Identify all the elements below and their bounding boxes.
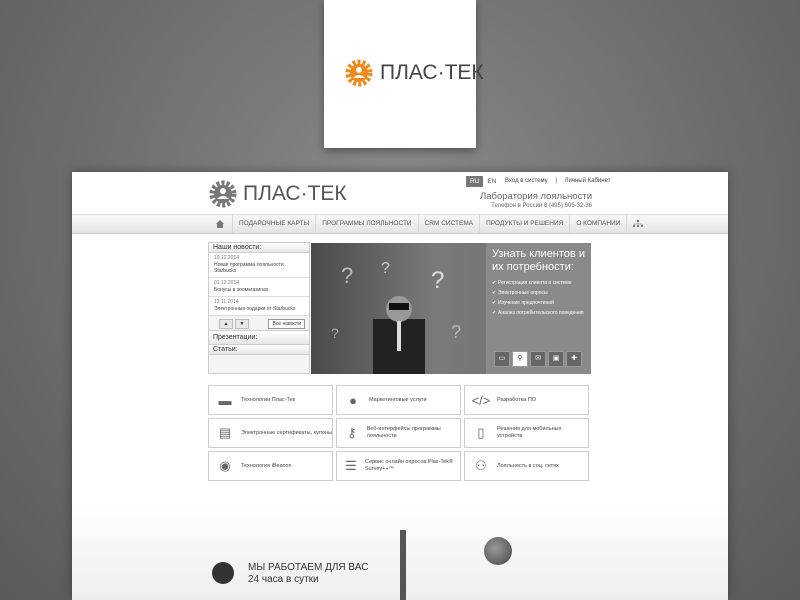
service-tile[interactable]: ● Маркетинговые услуги: [336, 385, 461, 415]
work-subtitle: 24 часа в сутки: [248, 574, 319, 585]
picture-icon[interactable]: ▣: [548, 351, 564, 367]
logo-card: ПЛАС·ТЕК: [324, 0, 484, 148]
mobile-icon: ▯: [477, 425, 485, 440]
businessman-binoculars-image: ? ? ? ? ?: [331, 260, 461, 374]
header-logo[interactable]: ПЛАС·ТЕК: [208, 179, 347, 209]
service-tile[interactable]: ▤ Электронные сертификаты, купоны: [208, 418, 333, 448]
service-tile[interactable]: ☰ Сервис онлайн опросов Plas-Tek® Survey+…: [336, 451, 461, 481]
banner-bullet: Электронные опросы: [492, 290, 585, 296]
service-label: Технология iBeacon: [241, 462, 292, 469]
nav-crm[interactable]: CRM СИСТЕМА: [417, 215, 480, 233]
card-icon[interactable]: ▭: [494, 351, 510, 367]
separator: |: [555, 178, 557, 184]
chat-icon[interactable]: ✉: [530, 351, 546, 367]
top-links: Вход в систему | Личный Кабинет: [502, 178, 613, 184]
services-grid: ▬ Технологии Плас-Тек ● Маркетинговые услу…: [208, 385, 590, 481]
sun-decoration: [484, 537, 512, 565]
search-icon[interactable]: ⚲: [512, 351, 528, 367]
svg-text:?: ?: [451, 322, 461, 342]
news-text: Новая программа лояльности Starbucks: [214, 262, 284, 274]
svg-text:?: ?: [431, 267, 444, 294]
gear-logo-icon: [345, 59, 373, 87]
service-tile[interactable]: </> Разработка ПО: [464, 385, 589, 415]
presentations-label[interactable]: Презентации:: [209, 330, 309, 345]
work-title: МЫ РАБОТАЕМ ДЛЯ ВАС: [248, 562, 369, 573]
service-tile[interactable]: ▬ Технологии Плас-Тек: [208, 385, 333, 415]
slogan: Лаборатория лояльности Телефон в России …: [480, 191, 592, 209]
spire-decoration: [400, 530, 406, 600]
prev-arrow-icon[interactable]: ▲: [219, 319, 233, 329]
lang-en[interactable]: EN: [483, 176, 500, 187]
service-label: Сервис онлайн опросов Plas-Tek® Survey++…: [365, 459, 453, 472]
news-date: 12.11.2014: [214, 299, 239, 305]
banner-title: Узнать клиентов и их потребности:: [492, 248, 585, 273]
login-link[interactable]: Вход в систему: [505, 178, 548, 184]
service-tile[interactable]: ⚇ Лояльность в соц. сетях: [464, 451, 589, 481]
svg-text:?: ?: [331, 325, 339, 341]
news-text: Электронные подарки от Starbucks: [214, 306, 296, 312]
certificate-icon: ▤: [218, 425, 232, 440]
service-label: Решения для мобильных устройств: [496, 426, 562, 439]
lang-ru[interactable]: RU: [466, 176, 484, 187]
banner-bullet: Изучение предпочтений: [492, 300, 585, 306]
news-date: 10.12.2014: [214, 255, 240, 261]
svg-text:?: ?: [341, 263, 353, 288]
service-tile[interactable]: ⚷ Веб-интерфейсы программы лояльности: [336, 418, 461, 448]
nav-gift-cards[interactable]: ПОДАРОЧНЫЕ КАРТЫ: [232, 215, 315, 233]
next-arrow-icon[interactable]: ▼: [235, 319, 249, 329]
news-panel: Наши новости: 10.12.2014 Новая программа…: [208, 242, 310, 374]
news-pager: ▲ ▼ Все новости: [209, 316, 309, 330]
all-news-button[interactable]: Все новости: [268, 319, 305, 329]
service-label: Лояльность в соц. сетях: [497, 462, 559, 469]
home-icon[interactable]: [212, 215, 232, 233]
survey-icon: ☰: [345, 458, 357, 473]
service-label: Разработка ПО: [497, 396, 537, 403]
phone-text: Телефон в России 8 (495) 605-32-36: [491, 203, 592, 209]
wallet-icon: ▬: [218, 392, 232, 408]
code-icon: </>: [471, 392, 491, 408]
service-tile[interactable]: ▯ Решения для мобильных устройств: [464, 418, 589, 448]
hero-banner[interactable]: ? ? ? ? ? Узнать клиентов и их потребнос…: [311, 243, 591, 374]
logo-text: ПЛАС·ТЕК: [380, 61, 484, 84]
clock-icon: [212, 562, 234, 584]
social-icon: ⚇: [475, 458, 487, 473]
language-switch: RU EN: [466, 176, 500, 187]
news-title[interactable]: Наши новости:: [209, 243, 309, 253]
sitemap-icon[interactable]: [626, 215, 649, 233]
banner-bullet: Анализ потребительского поведения: [492, 310, 585, 316]
news-item[interactable]: 01.12.2014 Бонусы в зоомагазинах: [209, 278, 309, 297]
key-icon: ⚷: [347, 425, 357, 440]
logo-text: ПЛАС·ТЕК: [243, 182, 347, 205]
bottom-section: МЫ РАБОТАЕМ ДЛЯ ВАС 24 часа в сутки: [72, 502, 728, 600]
nav-loyalty[interactable]: ПРОГРАММЫ ЛОЯЛЬНОСТИ: [315, 215, 417, 233]
service-label: Веб-интерфейсы программы лояльности: [366, 426, 441, 439]
beacon-icon: ◉: [219, 458, 231, 473]
news-text: Бонусы в зоомагазинах: [214, 287, 269, 293]
site-header: ПЛАС·ТЕК RU EN Вход в систему | Личный К…: [72, 172, 728, 214]
person-icon: ●: [349, 392, 357, 408]
news-date: 01.12.2014: [214, 280, 240, 286]
logo: ПЛАС·ТЕК: [344, 58, 484, 88]
service-tile[interactable]: ◉ Технология iBeacon: [208, 451, 333, 481]
articles-label[interactable]: Статьи:: [209, 345, 309, 355]
website-mockup: ПЛАС·ТЕК RU EN Вход в систему | Личный К…: [72, 172, 728, 600]
cabinet-link[interactable]: Личный Кабинет: [565, 178, 611, 184]
svg-text:?: ?: [381, 260, 390, 277]
news-item[interactable]: 12.11.2014 Электронные подарки от Starbu…: [209, 297, 309, 316]
slogan-title: Лаборатория лояльности: [479, 191, 592, 202]
banner-switcher: ▭ ⚲ ✉ ▣ ✚: [494, 351, 582, 367]
gift-icon[interactable]: ✚: [566, 351, 582, 367]
news-item[interactable]: 10.12.2014 Новая программа лояльности St…: [209, 253, 309, 278]
banner-bullet: Регистрация клиента в системе: [492, 280, 585, 286]
nav-about[interactable]: О КОМПАНИИ: [569, 215, 626, 233]
main-nav: ПОДАРОЧНЫЕ КАРТЫ ПРОГРАММЫ ЛОЯЛЬНОСТИ CR…: [72, 214, 728, 234]
service-label: Маркетинговые услуги: [369, 396, 427, 403]
service-label: Электронные сертификаты, купоны: [241, 429, 332, 436]
nav-products[interactable]: ПРОДУКТЫ И РЕШЕНИЯ: [479, 215, 569, 233]
service-label: Технологии Плас-Тек: [241, 396, 296, 403]
gear-logo-icon: [209, 180, 237, 208]
